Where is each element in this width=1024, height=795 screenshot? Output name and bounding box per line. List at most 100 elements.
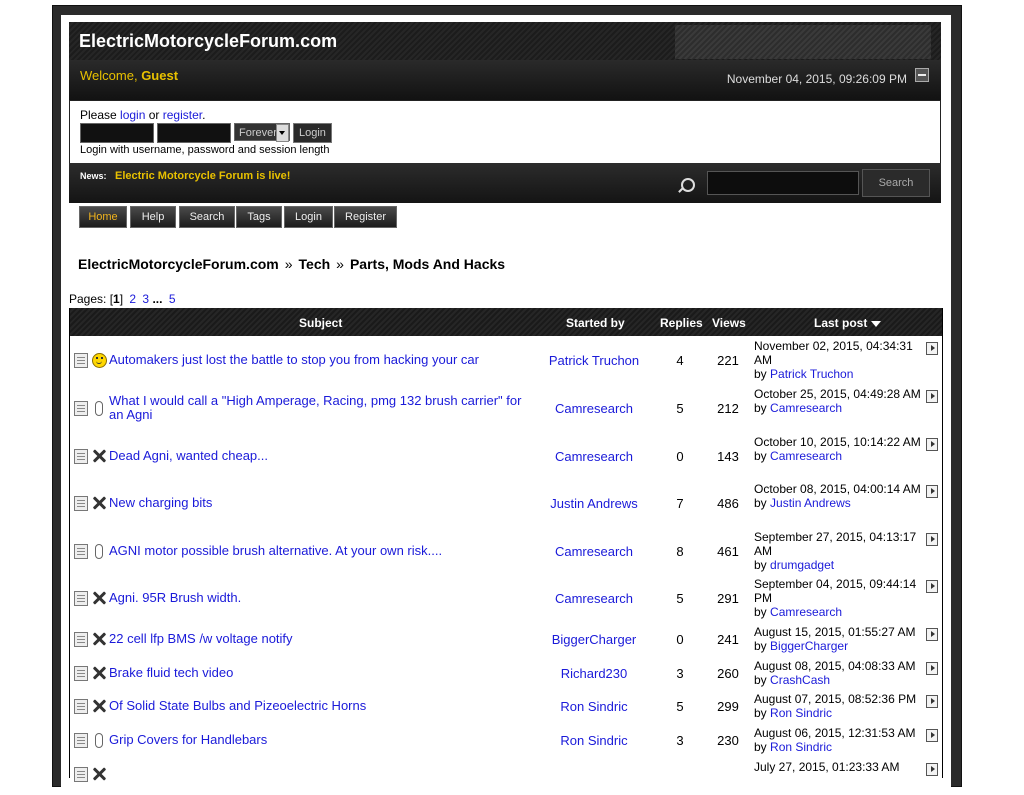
username-field[interactable] xyxy=(80,123,154,143)
topic-starter-link[interactable]: Patrick Truchon xyxy=(530,353,658,368)
last-post-by: by Ron Sindric xyxy=(754,706,832,720)
topic-icon xyxy=(74,632,88,647)
last-post-author-link[interactable]: Justin Andrews xyxy=(770,496,851,510)
x-icon xyxy=(92,449,106,463)
topic-subject-link[interactable]: What I would call a "High Amperage, Raci… xyxy=(109,394,529,422)
page-link[interactable]: 3 xyxy=(142,292,149,306)
welcome-message: Welcome, Guest xyxy=(80,68,178,83)
last-post-arrow-icon[interactable] xyxy=(926,763,938,776)
last-post-arrow-icon[interactable] xyxy=(926,628,938,641)
replies-count: 5 xyxy=(676,401,684,416)
views-count: 299 xyxy=(717,699,739,714)
topic-subject-link[interactable]: Grip Covers for Handlebars xyxy=(109,733,529,747)
topic-starter-link[interactable]: Justin Andrews xyxy=(530,496,658,511)
last-post-date: October 10, 2015, 10:14:22 AM xyxy=(754,435,921,449)
topic-starter-link[interactable]: Camresearch xyxy=(530,591,658,606)
last-post-author-link[interactable]: Camresearch xyxy=(770,449,842,463)
last-post-arrow-icon[interactable] xyxy=(926,485,938,498)
topic-starter-link[interactable]: BiggerCharger xyxy=(530,632,658,647)
search-button[interactable]: Search xyxy=(862,169,930,197)
tab-home[interactable]: Home xyxy=(79,206,127,228)
last-post-arrow-icon[interactable] xyxy=(926,729,938,742)
last-post-arrow-icon[interactable] xyxy=(926,580,938,593)
replies-count: 5 xyxy=(676,699,684,714)
tab-search[interactable]: Search xyxy=(179,206,235,228)
last-post-author-link[interactable]: Ron Sindric xyxy=(770,706,832,720)
col-replies[interactable]: Replies xyxy=(660,316,703,330)
password-field[interactable] xyxy=(157,123,231,143)
topic-starter-link[interactable]: Richard230 xyxy=(530,666,658,681)
collapse-icon[interactable] xyxy=(915,68,929,82)
last-post-arrow-icon[interactable] xyxy=(926,390,938,403)
topic-starter-link[interactable]: Camresearch xyxy=(530,544,658,559)
topic-subject-link[interactable]: New charging bits xyxy=(109,496,529,510)
topic-icon xyxy=(74,401,88,416)
breadcrumb-separator: » xyxy=(336,256,344,272)
col-last-post[interactable]: Last post xyxy=(814,316,882,330)
col-views[interactable]: Views xyxy=(712,316,746,330)
last-post-date: August 15, 2015, 01:55:27 AM xyxy=(754,625,916,639)
last-post-arrow-icon[interactable] xyxy=(926,662,938,675)
last-post-arrow-icon[interactable] xyxy=(926,438,938,451)
header-decoration xyxy=(675,25,931,59)
topic-subject-link[interactable]: Automakers just lost the battle to stop … xyxy=(109,353,529,367)
topic-starter-link[interactable]: Ron Sindric xyxy=(530,733,658,748)
topic-subject-link[interactable]: Agni. 95R Brush width. xyxy=(109,591,529,605)
last-post-author-link[interactable]: Camresearch xyxy=(770,605,842,619)
last-post-arrow-icon[interactable] xyxy=(926,533,938,546)
site-title[interactable]: ElectricMotorcycleForum.com xyxy=(79,31,337,52)
login-button[interactable]: Login xyxy=(293,123,332,143)
last-post-author-link[interactable]: Ron Sindric xyxy=(770,740,832,754)
topic-starter-link[interactable]: Camresearch xyxy=(530,401,658,416)
session-length-select[interactable]: Forever xyxy=(234,123,290,142)
last-post-date: August 08, 2015, 04:08:33 AM xyxy=(754,659,916,673)
views-count: 143 xyxy=(717,449,739,464)
last-post-date: July 27, 2015, 01:23:33 AM xyxy=(754,760,900,774)
login-box: Please login or register. Forever Login L… xyxy=(69,100,941,164)
page-link[interactable]: 2 xyxy=(129,292,136,306)
tab-help[interactable]: Help xyxy=(130,206,176,228)
last-post-author-link[interactable]: Patrick Truchon xyxy=(770,367,853,381)
login-link[interactable]: login xyxy=(120,108,145,122)
topic-starter-link[interactable]: Camresearch xyxy=(530,449,658,464)
replies-count: 7 xyxy=(676,496,684,511)
last-post-author-link[interactable]: CrashCash xyxy=(770,673,830,687)
topic-subject-link[interactable]: AGNI motor possible brush alternative. A… xyxy=(109,544,529,558)
table-row: 22 cell lfp BMS /w voltage notify BiggerC… xyxy=(70,622,942,656)
topic-subject-link[interactable]: Of Solid State Bulbs and Pizeoelectric H… xyxy=(109,699,529,713)
col-subject[interactable]: Subject xyxy=(299,316,342,330)
last-post-author-link[interactable]: Camresearch xyxy=(770,401,842,415)
last-post-by: by Camresearch xyxy=(754,401,842,415)
breadcrumb-tech[interactable]: Tech xyxy=(299,256,331,272)
breadcrumb-current[interactable]: Parts, Mods And Hacks xyxy=(350,256,505,272)
tab-register[interactable]: Register xyxy=(334,206,397,228)
paperclip-icon xyxy=(92,401,106,416)
topic-subject-link[interactable]: Dead Agni, wanted cheap... xyxy=(109,449,529,463)
register-link[interactable]: register xyxy=(163,108,202,122)
topic-icon xyxy=(74,767,88,782)
views-count: 212 xyxy=(717,401,739,416)
last-post-author-link[interactable]: BiggerCharger xyxy=(770,639,848,653)
col-started-by[interactable]: Started by xyxy=(566,316,625,330)
by-prefix: by xyxy=(754,673,767,687)
topic-starter-link[interactable]: Ron Sindric xyxy=(530,699,658,714)
tab-login[interactable]: Login xyxy=(284,206,333,228)
table-row: What I would call a "High Amperage, Raci… xyxy=(70,384,942,432)
topic-subject-link[interactable]: 22 cell lfp BMS /w voltage notify xyxy=(109,632,529,646)
by-prefix: by xyxy=(754,706,767,720)
by-prefix: by xyxy=(754,401,767,415)
last-post-by: by drumgadget xyxy=(754,558,834,572)
last-post-author-link[interactable]: drumgadget xyxy=(770,558,834,572)
last-page-link[interactable]: 5 xyxy=(169,292,176,306)
replies-count: 0 xyxy=(676,632,684,647)
replies-count: 3 xyxy=(676,666,684,681)
topic-subject-link[interactable]: Brake fluid tech video xyxy=(109,666,529,680)
tab-tags[interactable]: Tags xyxy=(236,206,282,228)
news-label: News: xyxy=(80,171,107,181)
last-post-arrow-icon[interactable] xyxy=(926,342,938,355)
last-post-arrow-icon[interactable] xyxy=(926,695,938,708)
search-input[interactable] xyxy=(707,171,859,195)
x-icon xyxy=(92,496,106,510)
breadcrumb-home[interactable]: ElectricMotorcycleForum.com xyxy=(78,256,279,272)
login-or-text: or xyxy=(148,108,160,122)
